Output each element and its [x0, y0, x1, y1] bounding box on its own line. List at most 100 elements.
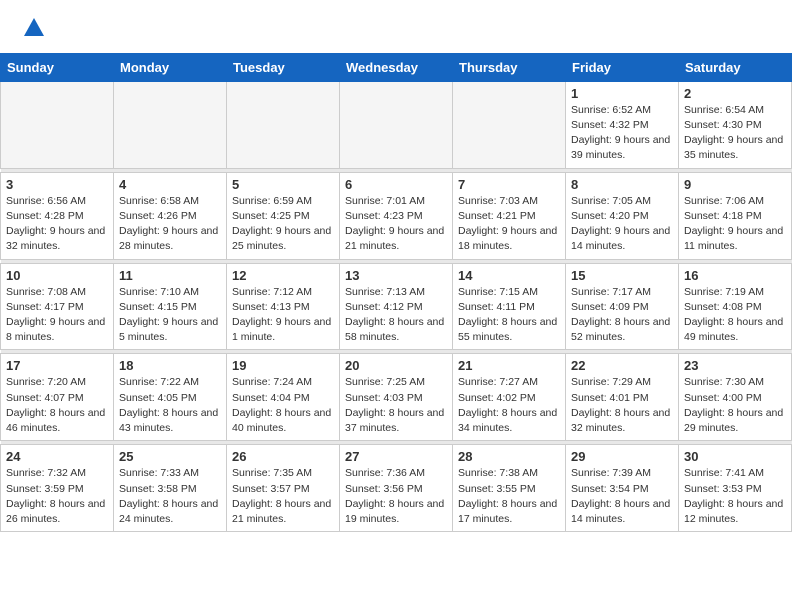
- day-info: Sunrise: 7:08 AM Sunset: 4:17 PM Dayligh…: [6, 285, 108, 346]
- calendar-cell: 10 Sunrise: 7:08 AM Sunset: 4:17 PM Dayli…: [1, 263, 114, 350]
- day-info: Sunrise: 7:41 AM Sunset: 3:53 PM Dayligh…: [684, 466, 786, 527]
- calendar-cell: 25 Sunrise: 7:33 AM Sunset: 3:58 PM Dayli…: [114, 445, 227, 532]
- day-number: 2: [684, 86, 786, 101]
- calendar-cell: [1, 81, 114, 168]
- day-info: Sunrise: 7:29 AM Sunset: 4:01 PM Dayligh…: [571, 375, 673, 436]
- day-number: 15: [571, 268, 673, 283]
- day-info: Sunrise: 7:38 AM Sunset: 3:55 PM Dayligh…: [458, 466, 560, 527]
- day-number: 13: [345, 268, 447, 283]
- day-number: 16: [684, 268, 786, 283]
- day-info: Sunrise: 7:32 AM Sunset: 3:59 PM Dayligh…: [6, 466, 108, 527]
- day-info: Sunrise: 7:10 AM Sunset: 4:15 PM Dayligh…: [119, 285, 221, 346]
- calendar-cell: 17 Sunrise: 7:20 AM Sunset: 4:07 PM Dayli…: [1, 354, 114, 441]
- day-info: Sunrise: 7:22 AM Sunset: 4:05 PM Dayligh…: [119, 375, 221, 436]
- day-number: 11: [119, 268, 221, 283]
- day-info: Sunrise: 6:56 AM Sunset: 4:28 PM Dayligh…: [6, 194, 108, 255]
- logo: [20, 16, 46, 45]
- weekday-header-thursday: Thursday: [453, 53, 566, 81]
- day-number: 23: [684, 358, 786, 373]
- calendar-cell: [453, 81, 566, 168]
- weekday-header-monday: Monday: [114, 53, 227, 81]
- day-info: Sunrise: 7:20 AM Sunset: 4:07 PM Dayligh…: [6, 375, 108, 436]
- day-info: Sunrise: 7:19 AM Sunset: 4:08 PM Dayligh…: [684, 285, 786, 346]
- day-info: Sunrise: 7:36 AM Sunset: 3:56 PM Dayligh…: [345, 466, 447, 527]
- day-info: Sunrise: 7:05 AM Sunset: 4:20 PM Dayligh…: [571, 194, 673, 255]
- day-number: 9: [684, 177, 786, 192]
- calendar-cell: 22Sunrise: 7:29 AM Sunset: 4:01 PM Dayli…: [566, 354, 679, 441]
- weekday-header-row: SundayMondayTuesdayWednesdayThursdayFrid…: [1, 53, 792, 81]
- day-info: Sunrise: 7:03 AM Sunset: 4:21 PM Dayligh…: [458, 194, 560, 255]
- weekday-header-saturday: Saturday: [679, 53, 792, 81]
- day-number: 6: [345, 177, 447, 192]
- week-row-4: 17 Sunrise: 7:20 AM Sunset: 4:07 PM Dayli…: [1, 354, 792, 441]
- weekday-header-sunday: Sunday: [1, 53, 114, 81]
- calendar-cell: [340, 81, 453, 168]
- calendar-cell: 21 Sunrise: 7:27 AM Sunset: 4:02 PM Dayli…: [453, 354, 566, 441]
- calendar-cell: 14 Sunrise: 7:15 AM Sunset: 4:11 PM Dayli…: [453, 263, 566, 350]
- calendar-cell: 6 Sunrise: 7:01 AM Sunset: 4:23 PM Daylig…: [340, 172, 453, 259]
- day-number: 8: [571, 177, 673, 192]
- day-info: Sunrise: 7:27 AM Sunset: 4:02 PM Dayligh…: [458, 375, 560, 436]
- calendar-cell: 20 Sunrise: 7:25 AM Sunset: 4:03 PM Dayli…: [340, 354, 453, 441]
- day-info: Sunrise: 7:01 AM Sunset: 4:23 PM Dayligh…: [345, 194, 447, 255]
- weekday-header-tuesday: Tuesday: [227, 53, 340, 81]
- day-info: Sunrise: 7:25 AM Sunset: 4:03 PM Dayligh…: [345, 375, 447, 436]
- day-number: 4: [119, 177, 221, 192]
- calendar-cell: 7 Sunrise: 7:03 AM Sunset: 4:21 PM Daylig…: [453, 172, 566, 259]
- day-info: Sunrise: 7:33 AM Sunset: 3:58 PM Dayligh…: [119, 466, 221, 527]
- day-info: Sunrise: 7:15 AM Sunset: 4:11 PM Dayligh…: [458, 285, 560, 346]
- day-number: 14: [458, 268, 560, 283]
- day-number: 20: [345, 358, 447, 373]
- calendar-cell: 19Sunrise: 7:24 AM Sunset: 4:04 PM Dayli…: [227, 354, 340, 441]
- day-info: Sunrise: 7:30 AM Sunset: 4:00 PM Dayligh…: [684, 375, 786, 436]
- calendar-cell: [114, 81, 227, 168]
- calendar-cell: 5Sunrise: 6:59 AM Sunset: 4:25 PM Daylig…: [227, 172, 340, 259]
- calendar-cell: 29 Sunrise: 7:39 AM Sunset: 3:54 PM Dayli…: [566, 445, 679, 532]
- calendar-cell: 12Sunrise: 7:12 AM Sunset: 4:13 PM Dayli…: [227, 263, 340, 350]
- weekday-header-wednesday: Wednesday: [340, 53, 453, 81]
- day-info: Sunrise: 7:24 AM Sunset: 4:04 PM Dayligh…: [232, 375, 334, 436]
- day-info: Sunrise: 6:59 AM Sunset: 4:25 PM Dayligh…: [232, 194, 334, 255]
- calendar-cell: 9 Sunrise: 7:06 AM Sunset: 4:18 PM Daylig…: [679, 172, 792, 259]
- day-info: Sunrise: 6:58 AM Sunset: 4:26 PM Dayligh…: [119, 194, 221, 255]
- calendar-cell: 24 Sunrise: 7:32 AM Sunset: 3:59 PM Dayli…: [1, 445, 114, 532]
- day-number: 12: [232, 268, 334, 283]
- day-number: 25: [119, 449, 221, 464]
- day-number: 24: [6, 449, 108, 464]
- weekday-header-friday: Friday: [566, 53, 679, 81]
- day-number: 29: [571, 449, 673, 464]
- day-number: 10: [6, 268, 108, 283]
- calendar-cell: 13Sunrise: 7:13 AM Sunset: 4:12 PM Dayli…: [340, 263, 453, 350]
- calendar-cell: 15 Sunrise: 7:17 AM Sunset: 4:09 PM Dayli…: [566, 263, 679, 350]
- calendar-cell: 28 Sunrise: 7:38 AM Sunset: 3:55 PM Dayli…: [453, 445, 566, 532]
- week-row-1: 1 Sunrise: 6:52 AM Sunset: 4:32 PM Daylig…: [1, 81, 792, 168]
- week-row-2: 3 Sunrise: 6:56 AM Sunset: 4:28 PM Daylig…: [1, 172, 792, 259]
- day-number: 28: [458, 449, 560, 464]
- calendar-cell: 3 Sunrise: 6:56 AM Sunset: 4:28 PM Daylig…: [1, 172, 114, 259]
- day-info: Sunrise: 7:35 AM Sunset: 3:57 PM Dayligh…: [232, 466, 334, 527]
- week-row-3: 10 Sunrise: 7:08 AM Sunset: 4:17 PM Dayli…: [1, 263, 792, 350]
- day-info: Sunrise: 6:52 AM Sunset: 4:32 PM Dayligh…: [571, 103, 673, 164]
- day-number: 26: [232, 449, 334, 464]
- calendar-cell: 18Sunrise: 7:22 AM Sunset: 4:05 PM Dayli…: [114, 354, 227, 441]
- day-number: 7: [458, 177, 560, 192]
- page-header: [0, 0, 792, 53]
- day-number: 17: [6, 358, 108, 373]
- day-number: 3: [6, 177, 108, 192]
- day-info: Sunrise: 7:39 AM Sunset: 3:54 PM Dayligh…: [571, 466, 673, 527]
- calendar-cell: 1 Sunrise: 6:52 AM Sunset: 4:32 PM Daylig…: [566, 81, 679, 168]
- day-number: 1: [571, 86, 673, 101]
- calendar-cell: 11 Sunrise: 7:10 AM Sunset: 4:15 PM Dayli…: [114, 263, 227, 350]
- calendar-cell: 23 Sunrise: 7:30 AM Sunset: 4:00 PM Dayli…: [679, 354, 792, 441]
- day-info: Sunrise: 7:17 AM Sunset: 4:09 PM Dayligh…: [571, 285, 673, 346]
- calendar-cell: 2 Sunrise: 6:54 AM Sunset: 4:30 PM Daylig…: [679, 81, 792, 168]
- week-row-5: 24 Sunrise: 7:32 AM Sunset: 3:59 PM Dayli…: [1, 445, 792, 532]
- day-number: 27: [345, 449, 447, 464]
- calendar-cell: 27 Sunrise: 7:36 AM Sunset: 3:56 PM Dayli…: [340, 445, 453, 532]
- calendar-cell: [227, 81, 340, 168]
- calendar-cell: 16 Sunrise: 7:19 AM Sunset: 4:08 PM Dayli…: [679, 263, 792, 350]
- calendar-cell: 26 Sunrise: 7:35 AM Sunset: 3:57 PM Dayli…: [227, 445, 340, 532]
- day-number: 21: [458, 358, 560, 373]
- day-info: Sunrise: 6:54 AM Sunset: 4:30 PM Dayligh…: [684, 103, 786, 164]
- day-info: Sunrise: 7:06 AM Sunset: 4:18 PM Dayligh…: [684, 194, 786, 255]
